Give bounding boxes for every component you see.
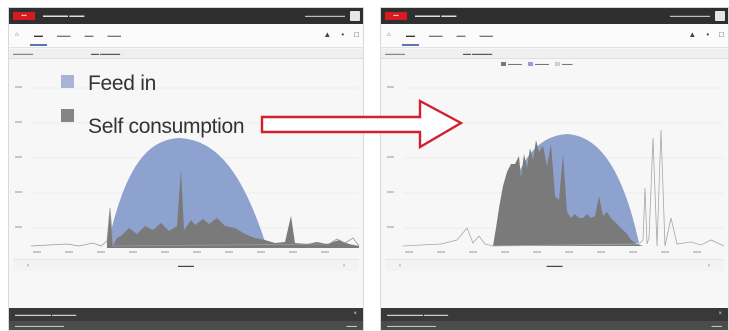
legend-item[interactable]: ▬▬▬▬ <box>528 61 549 67</box>
app-title: ▬▬▬▬▬ ▬▬▬ <box>43 13 85 19</box>
right-app-window: ▪▪▪ ▬▬▬▬▬ ▬▬▬ ▬▬▬▬▬▬▬▬▬▬ ⌂ ▬▬ ▬▬▬ ▬▬ ▬▬▬… <box>380 7 729 331</box>
selected-date[interactable]: ▬▬▬▬ <box>547 260 563 272</box>
bell-icon[interactable]: ▲ <box>323 30 331 39</box>
feed-in-label: Feed in <box>88 72 156 95</box>
date-navigator: ‹ ▬▬▬▬ › <box>385 259 724 271</box>
chevron-right-icon[interactable]: › <box>708 260 710 272</box>
chevron-right-icon[interactable]: › <box>343 260 345 272</box>
tab-production[interactable]: ▬▬▬ <box>50 24 78 48</box>
tab-storage[interactable]: ▬▬ <box>78 24 101 48</box>
footer-bar: ▬▬▬▬▬▬▬▬▬▬▬▬▬▬ ▬▬▬ <box>381 321 728 330</box>
tab-status[interactable]: ▬▬▬ <box>473 24 501 48</box>
settings-icon[interactable]: • <box>341 30 344 39</box>
chart-legend: ▬▬▬▬ ▬▬▬▬ ▬▬▬ <box>501 61 573 67</box>
footer-text: ▬▬▬▬▬▬▬▬▬▬▬▬▬▬ <box>387 324 436 328</box>
footer-notice: ▬▬▬▬▬▬▬▬▬ ▬▬▬▬▬▬ × <box>381 308 728 321</box>
tab-production[interactable]: ▬▬▬ <box>422 24 450 48</box>
breadcrumb: ▬▬▬▬▬ <box>385 51 405 56</box>
main-nav: ⌂ ▬▬ ▬▬▬ ▬▬ ▬▬▬ ▲ • □ <box>381 24 728 48</box>
selected-date[interactable]: ▬▬▬▬ <box>178 260 194 272</box>
menu-icon[interactable] <box>715 11 725 21</box>
footer-version: ▬▬▬ <box>346 324 358 328</box>
legend-item-self-consumption: Self consumption <box>61 106 245 140</box>
x-axis-ticks <box>33 251 329 253</box>
user-menu[interactable]: ▬▬▬▬▬▬▬▬▬▬ <box>670 11 710 21</box>
legend-item[interactable]: ▬▬▬ <box>555 61 573 67</box>
left-app-window: ▪▪▪ ▬▬▬▬▬ ▬▬▬ ▬▬▬▬▬▬▬▬▬▬ ⌂ ▬▬ ▬▬▬ ▬▬ ▬▬▬… <box>8 7 364 331</box>
expand-icon[interactable]: □ <box>719 30 724 39</box>
chevron-left-icon[interactable]: ‹ <box>27 260 29 272</box>
y-axis-ticks <box>387 86 394 228</box>
brand-logo[interactable]: ▪▪▪ <box>13 12 35 20</box>
view-subbar: ▬▬▬▬▬ ▬▬ ▬▬▬▬▬ <box>381 49 728 59</box>
y-axis-ticks <box>15 86 22 228</box>
app-header: ▪▪▪ ▬▬▬▬▬ ▬▬▬ ▬▬▬▬▬▬▬▬▬▬ <box>9 8 363 24</box>
breadcrumb: ▬▬▬▬▬ <box>13 51 33 56</box>
tab-consumption[interactable]: ▬▬ <box>399 24 422 48</box>
legend-item[interactable]: ▬▬▬▬ <box>501 61 522 67</box>
self-consumption-swatch <box>61 109 74 122</box>
footer-notice: ▬▬▬▬▬▬▬▬▬ ▬▬▬▬▬▬ × <box>9 308 363 321</box>
app-title: ▬▬▬▬▬ ▬▬▬ <box>415 13 457 19</box>
date-navigator: ‹ ▬▬▬▬ › <box>13 259 359 271</box>
home-icon[interactable]: ⌂ <box>15 32 19 38</box>
app-header: ▪▪▪ ▬▬▬▬▬ ▬▬▬ ▬▬▬▬▬▬▬▬▬▬ <box>381 8 728 24</box>
close-icon[interactable]: × <box>718 308 722 321</box>
footer-version: ▬▬▬ <box>711 324 723 328</box>
footer-bar: ▬▬▬▬▬▬▬▬▬▬▬▬▬▬ ▬▬▬ <box>9 321 363 330</box>
tab-storage[interactable]: ▬▬ <box>450 24 473 48</box>
footer-text: ▬▬▬▬▬▬▬▬▬▬▬▬▬▬ <box>15 324 64 328</box>
menu-icon[interactable] <box>350 11 360 21</box>
energy-chart-right <box>387 86 725 253</box>
footer-notice-text: ▬▬▬▬▬▬▬▬▬ ▬▬▬▬▬▬ <box>387 312 449 317</box>
close-icon[interactable]: × <box>353 308 357 321</box>
tab-consumption[interactable]: ▬▬ <box>27 24 50 48</box>
view-tabs[interactable]: ▬▬ ▬▬▬▬▬ <box>463 50 492 58</box>
bell-icon[interactable]: ▲ <box>688 30 696 39</box>
footer-notice-text: ▬▬▬▬▬▬▬▬▬ ▬▬▬▬▬▬ <box>15 312 77 317</box>
x-axis-ticks <box>405 251 701 253</box>
legend-item-feed-in: Feed in <box>61 72 244 106</box>
feed-in-swatch <box>61 75 74 88</box>
tab-status[interactable]: ▬▬▬ <box>101 24 129 48</box>
expand-icon[interactable]: □ <box>354 30 359 39</box>
main-nav: ⌂ ▬▬ ▬▬▬ ▬▬ ▬▬▬ ▲ • □ <box>9 24 363 48</box>
view-subbar: ▬▬▬▬▬ ▬▬ ▬▬▬▬▬ <box>9 49 363 59</box>
settings-icon[interactable]: • <box>706 30 709 39</box>
overlay-legend: Feed in Self consumption <box>61 72 245 140</box>
user-menu[interactable]: ▬▬▬▬▬▬▬▬▬▬ <box>305 11 345 21</box>
self-consumption-label: Self consumption <box>88 115 245 138</box>
view-tabs[interactable]: ▬▬ ▬▬▬▬▬ <box>91 50 120 58</box>
home-icon[interactable]: ⌂ <box>387 32 391 38</box>
chevron-left-icon[interactable]: ‹ <box>399 260 401 272</box>
brand-logo[interactable]: ▪▪▪ <box>385 12 407 20</box>
